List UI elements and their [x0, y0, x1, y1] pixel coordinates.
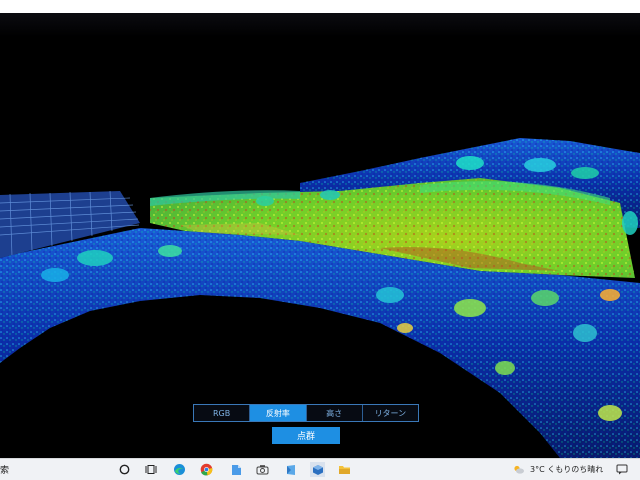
file-explorer-icon[interactable]	[337, 462, 352, 477]
chat-icon[interactable]	[614, 462, 629, 477]
camera-icon[interactable]	[255, 462, 270, 477]
task-view-icon[interactable]	[143, 462, 158, 477]
cortana-icon[interactable]	[117, 462, 132, 477]
chrome-icon[interactable]	[199, 462, 214, 477]
view-mode-selector[interactable]: RGB 反射率 高さ リターン	[193, 404, 419, 422]
point-cloud-button[interactable]: 点群	[272, 427, 340, 444]
point-cloud-scene[interactable]	[0, 13, 640, 458]
file-icon[interactable]	[228, 462, 243, 477]
weather-icon[interactable]	[511, 462, 526, 477]
edge-icon[interactable]	[172, 462, 187, 477]
cube-app-icon[interactable]	[310, 462, 325, 477]
mode-tab-rgb[interactable]: RGB	[194, 405, 251, 421]
windows-taskbar: 索 3°C くもりのち晴れ	[0, 458, 640, 480]
point-cloud-viewer[interactable]: RGB 反射率 高さ リターン 点群	[0, 13, 640, 458]
mode-tab-height[interactable]: 高さ	[307, 405, 363, 421]
taskbar-search-box[interactable]: 索	[0, 463, 9, 476]
weather-text[interactable]: 3°C くもりのち晴れ	[530, 464, 603, 475]
mode-tab-reflectance[interactable]: 反射率	[250, 405, 307, 421]
window-title-bar	[0, 0, 640, 13]
app-icon[interactable]	[283, 462, 298, 477]
mode-tab-return[interactable]: リターン	[363, 405, 418, 421]
